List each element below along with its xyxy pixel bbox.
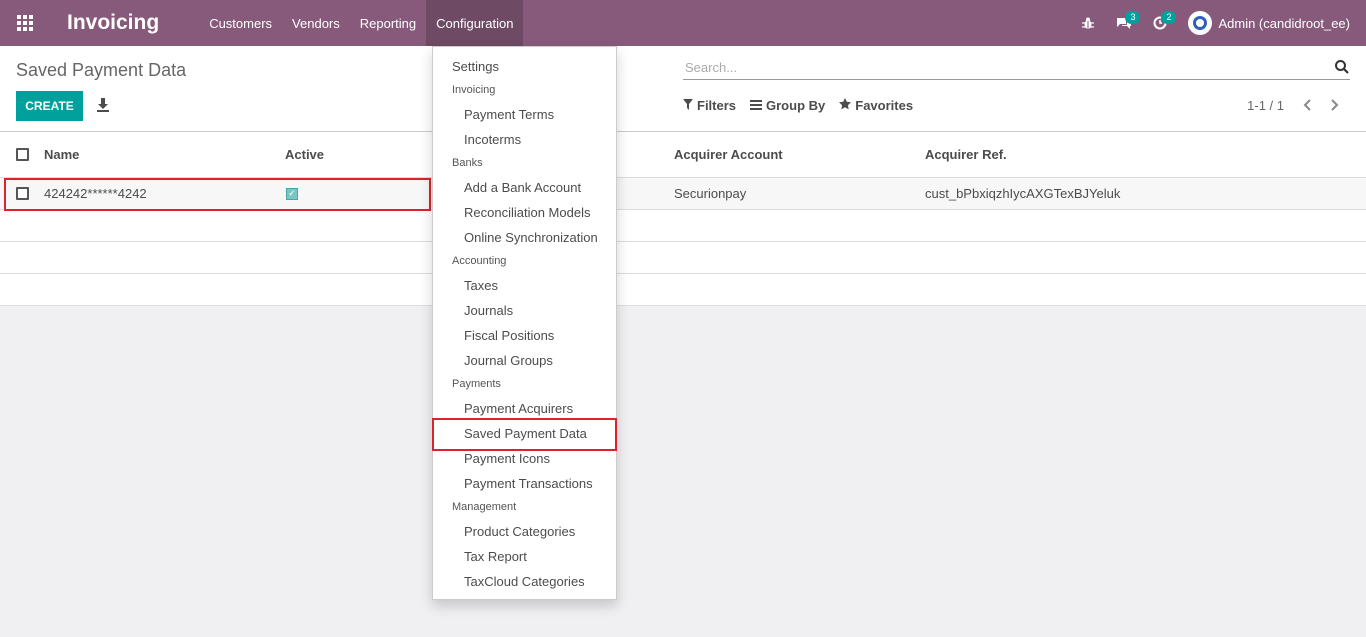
table-header: Name Active Acquirer Account Acquirer Re… [0, 132, 1366, 178]
menu-item-incoterms[interactable]: Incoterms [433, 127, 616, 152]
app-title[interactable]: Invoicing [67, 11, 159, 35]
control-panel: Saved Payment Data CREATE Filters Group … [0, 46, 1366, 132]
debug-bug-icon[interactable] [1070, 0, 1106, 46]
favorites-label: Favorites [855, 98, 914, 113]
row-acquirer-account: Securionpay [674, 186, 747, 201]
menu-item-journal-groups[interactable]: Journal Groups [433, 348, 616, 373]
menu-item-fiscal-positions[interactable]: Fiscal Positions [433, 323, 616, 348]
avatar [1188, 11, 1213, 35]
menu-item-saved-payment-data[interactable]: Saved Payment Data [433, 421, 616, 446]
table-row[interactable]: 424242******4242 ✓ Securionpay cust_bPbx… [0, 178, 1366, 210]
page-title: Saved Payment Data [16, 60, 187, 80]
column-acquirer-ref[interactable]: Acquirer Ref. [925, 132, 1007, 177]
search-options: Filters Group By Favorites [683, 98, 927, 113]
row-acquirer-ref: cust_bPbxiqzhIycAXGTexBJYeluk [925, 186, 1121, 201]
top-navbar: Invoicing Customers Vendors Reporting Co… [0, 0, 1366, 46]
search-icon[interactable] [1334, 59, 1350, 75]
filters-label: Filters [697, 98, 737, 113]
menu-item-settings[interactable]: Settings [433, 54, 616, 79]
row-active-checkbox: ✓ [286, 178, 298, 209]
favorites-button[interactable]: Favorites [839, 98, 913, 113]
menu-item-tax-report[interactable]: Tax Report [433, 544, 616, 569]
user-menu[interactable]: Admin (candidroot_ee) [1178, 11, 1366, 35]
menu-item-journals[interactable]: Journals [433, 298, 616, 323]
activities-clock-icon[interactable]: 2 [1142, 0, 1178, 46]
search-input[interactable] [683, 56, 1323, 78]
star-icon [839, 98, 852, 113]
menu-customers[interactable]: Customers [199, 0, 282, 46]
menu-vendors[interactable]: Vendors [282, 0, 350, 46]
select-all-checkbox[interactable] [16, 132, 29, 177]
pager-value[interactable]: 1-1 / 1 [1247, 98, 1284, 113]
filter-icon [683, 98, 693, 113]
menu-item-payment-icons[interactable]: Payment Icons [433, 446, 616, 471]
filters-button[interactable]: Filters [683, 98, 736, 113]
menu-reporting[interactable]: Reporting [350, 0, 426, 46]
activities-badge: 2 [1161, 11, 1177, 24]
column-name[interactable]: Name [44, 132, 79, 177]
menu-item-add-bank-account[interactable]: Add a Bank Account [433, 175, 616, 200]
empty-row [0, 274, 1366, 306]
systray: 3 2 Admin (candidroot_ee) [1070, 0, 1366, 46]
menu-item-taxes[interactable]: Taxes [433, 273, 616, 298]
pager-previous-chevron-left-icon[interactable] [1298, 96, 1316, 114]
search-bar [683, 56, 1350, 80]
menu-item-payment-terms[interactable]: Payment Terms [433, 102, 616, 127]
empty-row [0, 210, 1366, 242]
group-by-label: Group By [766, 98, 826, 113]
row-checkbox[interactable] [16, 178, 29, 209]
row-name: 424242******4242 [44, 186, 147, 201]
column-active[interactable]: Active [285, 132, 324, 177]
messages-badge: 3 [1125, 11, 1141, 24]
section-header-invoicing: Invoicing [452, 84, 496, 96]
messages-chat-icon[interactable]: 3 [1106, 0, 1142, 46]
column-acquirer-account[interactable]: Acquirer Account [674, 132, 783, 177]
apps-menu-icon[interactable] [0, 0, 50, 46]
section-header-banks: Banks [452, 157, 483, 169]
list-view: Name Active Acquirer Account Acquirer Re… [0, 132, 1366, 306]
menu-item-reconciliation-models[interactable]: Reconciliation Models [433, 200, 616, 225]
user-name: Admin (candidroot_ee) [1218, 15, 1350, 31]
pager-next-chevron-right-icon[interactable] [1326, 96, 1344, 114]
menu-item-online-synchronization[interactable]: Online Synchronization [433, 225, 616, 250]
configuration-dropdown: Settings Invoicing Payment Terms Incoter… [432, 46, 617, 600]
menu-item-payment-acquirers[interactable]: Payment Acquirers [433, 396, 616, 421]
main-menu: Customers Vendors Reporting Configuratio… [199, 0, 524, 46]
create-button[interactable]: CREATE [16, 91, 83, 121]
section-header-accounting: Accounting [452, 255, 507, 267]
group-by-button[interactable]: Group By [750, 98, 825, 113]
section-header-payments: Payments [452, 378, 501, 390]
section-header-management: Management [452, 501, 517, 513]
empty-row [0, 242, 1366, 274]
menu-configuration[interactable]: Configuration [426, 0, 524, 46]
list-icon [750, 99, 763, 113]
menu-item-payment-transactions[interactable]: Payment Transactions [433, 471, 616, 496]
download-icon[interactable] [96, 97, 110, 113]
menu-item-taxcloud-categories[interactable]: TaxCloud Categories [433, 569, 616, 594]
menu-item-product-categories[interactable]: Product Categories [433, 519, 616, 544]
